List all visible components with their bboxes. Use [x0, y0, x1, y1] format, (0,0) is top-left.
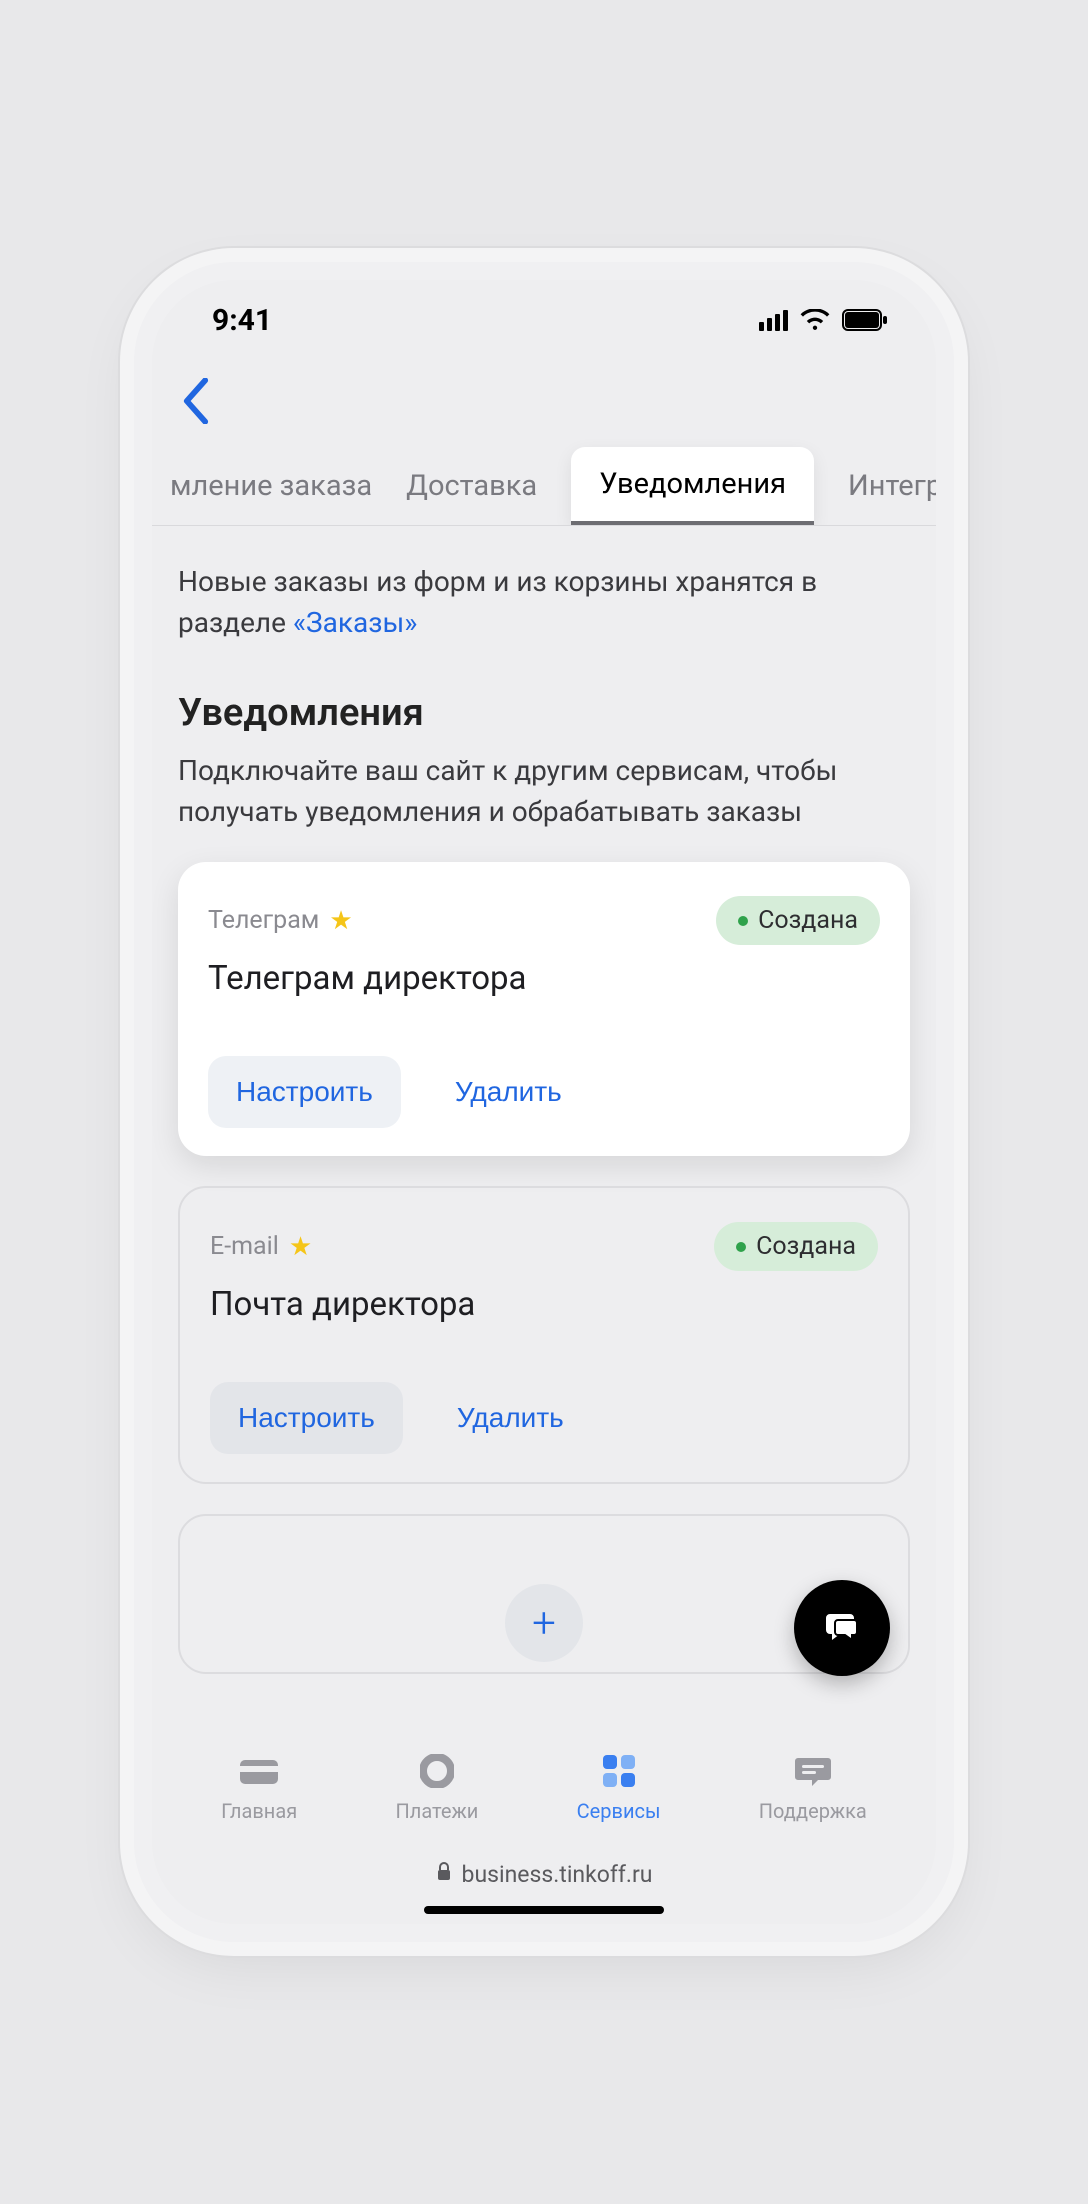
- nav-home[interactable]: Главная: [221, 1751, 297, 1823]
- configure-button[interactable]: Настроить: [210, 1382, 403, 1454]
- section-title: Уведомления: [178, 691, 910, 735]
- status-badge: Создана: [716, 896, 880, 945]
- delete-button[interactable]: Удалить: [427, 1056, 590, 1128]
- cellular-icon: [759, 310, 788, 331]
- star-icon: ★: [329, 908, 352, 934]
- star-icon: ★: [289, 1234, 312, 1260]
- grid-icon: [601, 1751, 637, 1791]
- section-desc: Подключайте ваш сайт к другим сервисам, …: [178, 751, 910, 832]
- status-badge: Создана: [714, 1222, 878, 1271]
- tab-order-form[interactable]: мление заказа: [170, 469, 372, 503]
- intro-text: Новые заказы из форм и из корзины хранят…: [178, 562, 910, 643]
- card-title: Телеграм директора: [208, 959, 880, 998]
- url-bar: business.tinkoff.ru: [152, 1861, 936, 1888]
- chat-icon: [820, 1606, 864, 1650]
- back-button[interactable]: [178, 409, 214, 428]
- orders-link[interactable]: «Заказы»: [293, 606, 417, 639]
- home-indicator[interactable]: [424, 1906, 664, 1914]
- status-bar: 9:41: [152, 280, 936, 360]
- delete-button[interactable]: Удалить: [429, 1382, 592, 1454]
- tab-integration[interactable]: Интеграция: [848, 469, 936, 503]
- circle-icon: [420, 1751, 454, 1791]
- nav-payments[interactable]: Платежи: [395, 1751, 478, 1823]
- status-dot-icon: [736, 1242, 746, 1252]
- tabs: мление заказа Доставка Уведомления Интег…: [152, 438, 936, 526]
- lock-icon: [436, 1861, 452, 1888]
- configure-button[interactable]: Настроить: [208, 1056, 401, 1128]
- card-label: E-mail: [210, 1232, 279, 1261]
- wifi-icon: [800, 309, 830, 331]
- bottom-nav: Главная Платежи Сервисы Поддержка: [152, 1728, 936, 1846]
- battery-icon: [842, 309, 888, 331]
- card-icon: [238, 1751, 280, 1791]
- nav-support[interactable]: Поддержка: [759, 1751, 867, 1823]
- tab-delivery[interactable]: Доставка: [406, 469, 537, 503]
- notification-card-telegram: Телеграм ★ Создана Телеграм директора На…: [178, 862, 910, 1156]
- plus-icon: +: [532, 1599, 556, 1648]
- status-dot-icon: [738, 916, 748, 926]
- card-label: Телеграм: [208, 906, 319, 935]
- nav-services[interactable]: Сервисы: [577, 1751, 661, 1823]
- add-button[interactable]: +: [505, 1584, 583, 1662]
- card-title: Почта директора: [210, 1285, 878, 1324]
- chat-fab[interactable]: [794, 1580, 890, 1676]
- message-icon: [794, 1751, 832, 1791]
- tab-notifications[interactable]: Уведомления: [571, 447, 814, 525]
- status-time: 9:41: [212, 303, 272, 338]
- notification-card-email: E-mail ★ Создана Почта директора Настрои…: [178, 1186, 910, 1484]
